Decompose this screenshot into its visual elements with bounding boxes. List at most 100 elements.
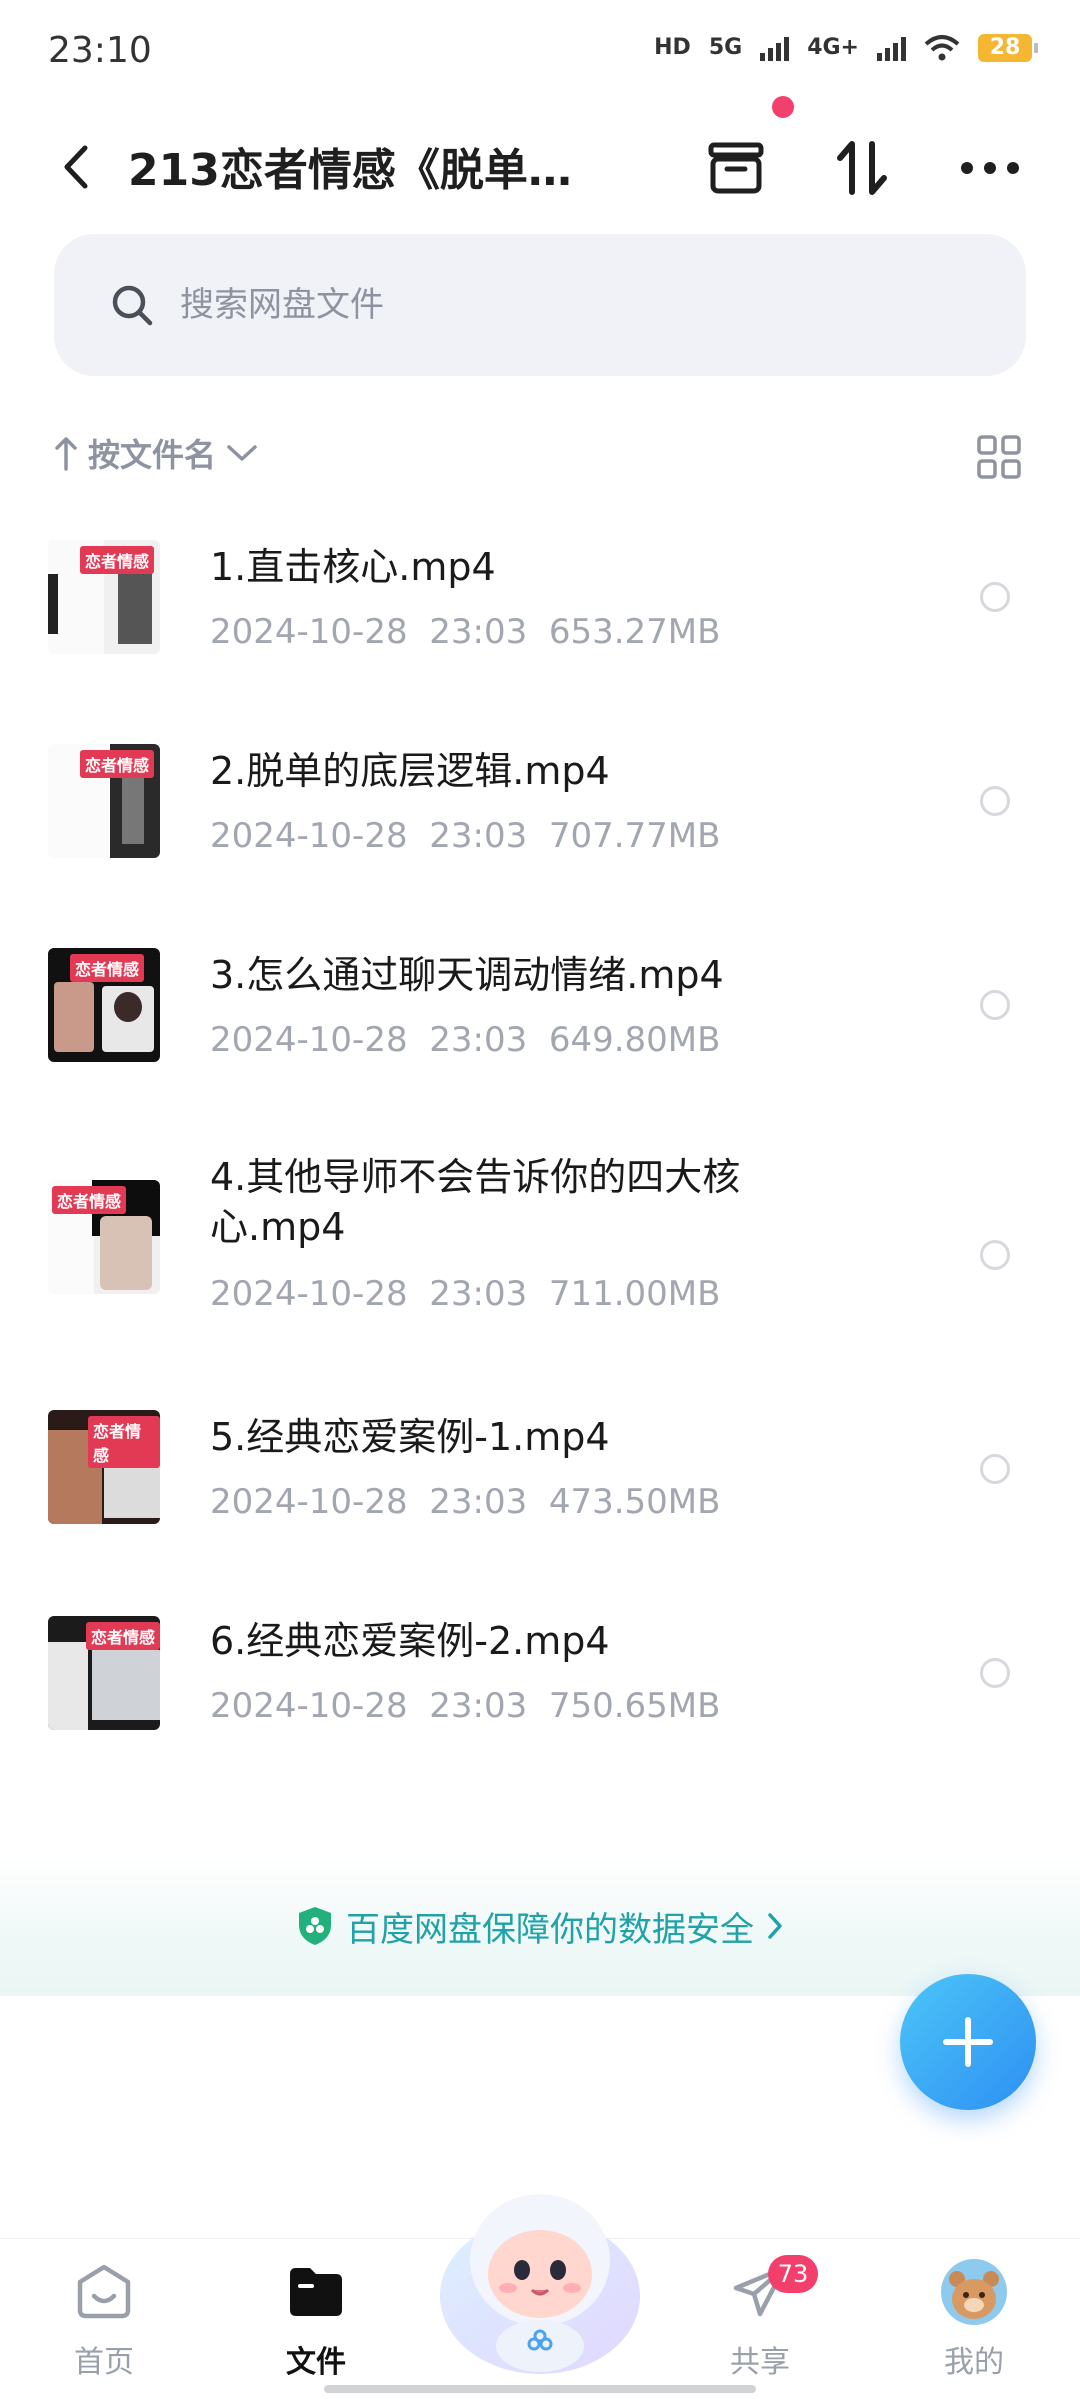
file-size: 649.80MB	[548, 1020, 721, 1060]
grid-view-button[interactable]	[976, 434, 1026, 484]
share-badge: 73	[768, 2255, 818, 2293]
file-time: 23:03	[429, 816, 528, 856]
nav-home[interactable]: 首页	[34, 2257, 174, 2381]
thumbnail-banner: 恋者情感	[52, 1186, 127, 1214]
avatar	[939, 2257, 1009, 2327]
network-4g-label: 4G+	[807, 35, 859, 60]
file-date: 2024-10-28	[210, 1482, 408, 1522]
video-thumbnail: 恋者情感	[48, 1616, 160, 1730]
sort-button[interactable]: 按文件名	[54, 430, 258, 476]
add-button[interactable]	[900, 1974, 1036, 2110]
file-date: 2024-10-28	[210, 1020, 408, 1060]
notification-dot	[772, 96, 794, 118]
archive-button[interactable]	[696, 128, 776, 208]
file-meta: 2024-10-28 23:03 711.00MB	[210, 1274, 720, 1314]
file-row[interactable]: 恋者情感 6.经典恋爱案例-2.mp4 2024-10-28 23:03 750…	[0, 1596, 1080, 1796]
chevron-down-icon	[227, 445, 257, 461]
thumbnail-banner: 恋者情感	[88, 1416, 160, 1468]
more-icon	[961, 162, 1019, 174]
transfer-icon	[837, 141, 887, 195]
nav-share[interactable]: 73 共享	[690, 2255, 830, 2381]
file-meta: 2024-10-28 23:03 649.80MB	[210, 1020, 720, 1060]
battery-indicator: 28	[978, 34, 1038, 62]
sort-bar: 按文件名	[54, 430, 1026, 490]
shield-icon	[299, 1907, 331, 1945]
select-radio[interactable]	[980, 786, 1010, 816]
file-time: 23:03	[429, 1274, 528, 1314]
back-button[interactable]	[46, 132, 106, 202]
file-size: 473.50MB	[548, 1482, 721, 1522]
file-time: 23:03	[429, 1686, 528, 1726]
back-icon	[64, 145, 88, 189]
video-thumbnail: 恋者情感	[48, 540, 160, 654]
home-indicator	[324, 2385, 756, 2393]
home-icon	[69, 2257, 139, 2327]
plus-icon	[943, 2017, 993, 2067]
file-meta: 2024-10-28 23:03 473.50MB	[210, 1482, 720, 1522]
video-thumbnail: 恋者情感	[48, 1410, 160, 1524]
transfer-button[interactable]	[822, 128, 902, 208]
file-name: 3.怎么通过聊天调动情绪.mp4	[210, 953, 724, 997]
grid-view-icon	[977, 435, 1021, 479]
thumbnail-banner: 恋者情感	[79, 750, 154, 778]
file-date: 2024-10-28	[210, 1274, 408, 1314]
more-button[interactable]	[950, 128, 1030, 208]
chevron-right-icon	[768, 1913, 782, 1939]
select-radio[interactable]	[980, 1454, 1010, 1484]
search-icon	[108, 281, 156, 329]
thumbnail-banner: 恋者情感	[79, 546, 154, 574]
page-title: 213恋者情感《脱单…	[128, 145, 572, 196]
mascot-assistant-button[interactable]	[430, 2178, 650, 2378]
signal-icon-2	[877, 35, 906, 61]
hd-indicator: HD	[654, 35, 691, 60]
select-radio[interactable]	[980, 582, 1010, 612]
file-time: 23:03	[429, 1020, 528, 1060]
select-radio[interactable]	[980, 1240, 1010, 1270]
wifi-icon	[924, 35, 960, 61]
file-size: 653.27MB	[548, 612, 721, 652]
file-row[interactable]: 恋者情感 4.其他导师不会告诉你的四大核心.mp4 2024-10-28 23:…	[0, 1132, 1080, 1388]
status-time: 23:10	[48, 30, 152, 71]
archive-icon	[708, 142, 764, 194]
file-row[interactable]: 恋者情感 5.经典恋爱案例-1.mp4 2024-10-28 23:03 473…	[0, 1392, 1080, 1592]
security-banner[interactable]: 百度网盘保障你的数据安全	[0, 1856, 1080, 1996]
status-icons: HD 5G 4G+ 28	[654, 34, 1038, 62]
network-5g-label: 5G	[708, 35, 743, 60]
signal-icon	[760, 35, 790, 61]
video-thumbnail: 恋者情感	[48, 1180, 160, 1294]
file-date: 2024-10-28	[210, 816, 408, 856]
nav-mine[interactable]: 我的	[904, 2257, 1044, 2381]
file-row[interactable]: 恋者情感 3.怎么通过聊天调动情绪.mp4 2024-10-28 23:03 6…	[0, 928, 1080, 1128]
file-meta: 2024-10-28 23:03 653.27MB	[210, 612, 720, 652]
select-radio[interactable]	[980, 990, 1010, 1020]
nav-files[interactable]: 文件	[246, 2257, 386, 2381]
mascot-icon	[440, 2194, 640, 2374]
video-thumbnail: 恋者情感	[48, 948, 160, 1062]
file-meta: 2024-10-28 23:03 707.77MB	[210, 816, 720, 856]
search-input[interactable]	[178, 284, 882, 326]
file-row[interactable]: 恋者情感 1.直击核心.mp4 2024-10-28 23:03 653.27M…	[0, 520, 1080, 720]
header: 213恋者情感《脱单…	[0, 110, 1080, 230]
nav-share-label: 共享	[730, 2345, 790, 2380]
file-date: 2024-10-28	[210, 1686, 408, 1726]
status-bar: 23:10 HD 5G 4G+ 28	[0, 0, 1080, 110]
file-time: 23:03	[429, 612, 528, 652]
file-time: 23:03	[429, 1482, 528, 1522]
security-text: 百度网盘保障你的数据安全	[346, 1909, 754, 1950]
file-meta: 2024-10-28 23:03 750.65MB	[210, 1686, 720, 1726]
thumbnail-banner: 恋者情感	[86, 1622, 160, 1650]
sort-label: 按文件名	[88, 436, 217, 474]
file-name: 2.脱单的底层逻辑.mp4	[210, 749, 610, 793]
video-thumbnail: 恋者情感	[48, 744, 160, 858]
file-size: 750.65MB	[548, 1686, 721, 1726]
file-size: 707.77MB	[548, 816, 721, 856]
file-name: 5.经典恋爱案例-1.mp4	[210, 1415, 610, 1459]
file-date: 2024-10-28	[210, 612, 408, 652]
file-row[interactable]: 恋者情感 2.脱单的底层逻辑.mp4 2024-10-28 23:03 707.…	[0, 724, 1080, 924]
sort-arrow-up-icon	[55, 437, 77, 471]
folder-icon	[281, 2257, 351, 2327]
select-radio[interactable]	[980, 1658, 1010, 1688]
file-name: 6.经典恋爱案例-2.mp4	[210, 1619, 610, 1663]
search-bar[interactable]	[54, 234, 1026, 376]
nav-files-label: 文件	[286, 2345, 346, 2380]
